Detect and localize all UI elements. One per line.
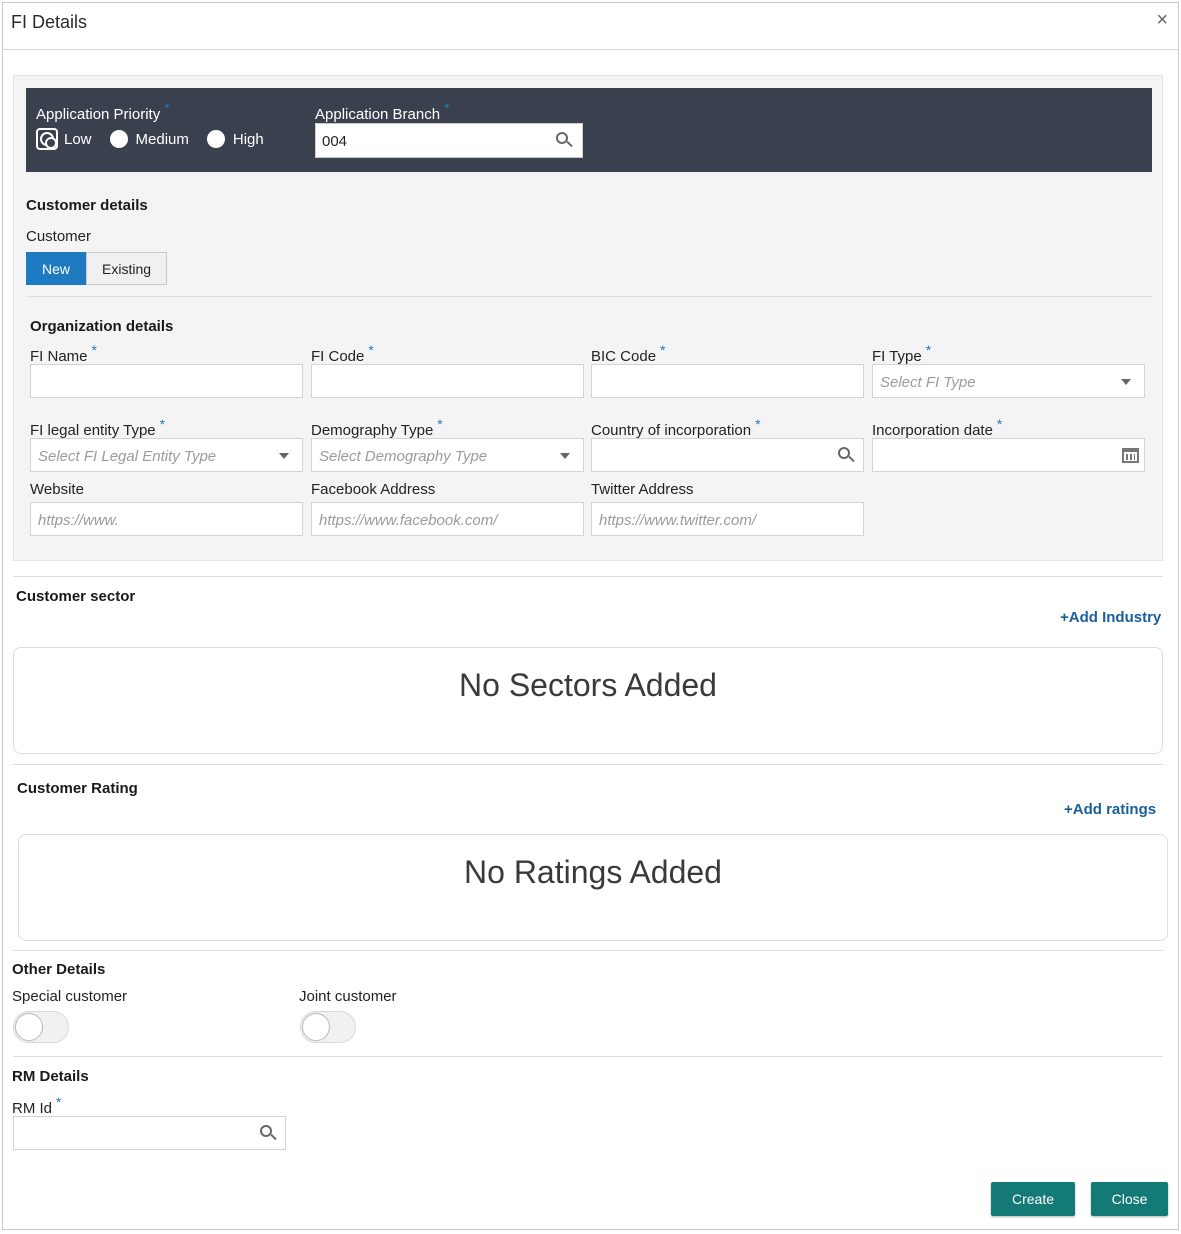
joint-customer-label: Joint customer <box>299 988 397 1005</box>
organization-heading: Organization details <box>30 318 174 335</box>
facebook-input[interactable]: https://www.facebook.com/ <box>311 502 584 536</box>
customer-type-toggle: New Existing <box>26 252 168 285</box>
search-icon[interactable] <box>556 132 573 148</box>
sectors-empty-box: No Sectors Added <box>13 647 1163 754</box>
twitter-input[interactable]: https://www.twitter.com/ <box>591 502 864 536</box>
country-label: Country of incorporation * <box>591 416 761 439</box>
add-industry-link[interactable]: +Add Industry <box>1060 609 1161 626</box>
priority-label: Application Priority * <box>36 100 170 123</box>
close-button[interactable]: Close <box>1091 1182 1168 1216</box>
search-icon[interactable] <box>838 447 855 463</box>
radio-icon <box>109 130 128 148</box>
divider <box>26 296 1152 297</box>
create-button[interactable]: Create <box>991 1182 1075 1216</box>
divider <box>13 1056 1163 1057</box>
customer-new-button[interactable]: New <box>26 252 87 285</box>
dialog-title: FI Details <box>11 12 88 32</box>
organization-card: Application Priority * Low Medium High Ap… <box>13 75 1163 561</box>
fi-name-label: FI Name * <box>30 342 97 365</box>
website-label: Website <box>30 481 84 498</box>
fi-type-label: FI Type * <box>872 342 932 365</box>
fi-name-input[interactable] <box>30 364 303 398</box>
customer-sector-heading: Customer sector <box>16 588 136 605</box>
bic-code-input[interactable] <box>591 364 864 398</box>
twitter-label: Twitter Address <box>591 481 694 498</box>
facebook-label: Facebook Address <box>311 481 436 498</box>
fi-code-label: FI Code * <box>311 342 374 365</box>
dialog-titlebar: FI Details × <box>3 3 1178 50</box>
divider <box>13 764 1163 765</box>
divider <box>13 950 1163 951</box>
bic-code-label: BIC Code * <box>591 342 666 365</box>
branch-input[interactable]: 004 <box>315 123 583 158</box>
special-customer-label: Special customer <box>12 988 128 1005</box>
country-input[interactable] <box>591 438 864 472</box>
demography-label: Demography Type * <box>311 416 443 439</box>
branch-label: Application Branch * <box>315 100 450 123</box>
chevron-down-icon <box>1121 379 1131 385</box>
customer-label: Customer <box>26 228 92 245</box>
rm-id-input[interactable] <box>13 1116 286 1150</box>
incorp-date-input[interactable] <box>872 438 1145 472</box>
customer-rating-heading: Customer Rating <box>17 780 138 797</box>
customer-existing-button[interactable]: Existing <box>86 252 168 285</box>
ratings-empty-box: No Ratings Added <box>18 834 1168 941</box>
radio-selected-icon <box>36 128 58 150</box>
demography-select[interactable]: Select Demography Type <box>311 438 584 472</box>
legal-entity-label: FI legal entity Type * <box>30 416 166 439</box>
special-customer-switch[interactable] <box>13 1011 69 1043</box>
website-input[interactable]: https://www. <box>30 502 303 536</box>
divider <box>13 576 1163 577</box>
add-ratings-link[interactable]: +Add ratings <box>1064 801 1156 818</box>
search-icon[interactable] <box>260 1125 277 1141</box>
priority-radio-low[interactable]: Low <box>36 128 92 150</box>
other-details-heading: Other Details <box>12 961 106 978</box>
rm-details-heading: RM Details <box>12 1068 89 1085</box>
fi-details-dialog: FI Details × Application Priority * Low M… <box>2 2 1179 1230</box>
no-ratings-text: No Ratings Added <box>464 854 722 890</box>
legal-entity-select[interactable]: Select FI Legal Entity Type <box>30 438 303 472</box>
incorp-date-label: Incorporation date * <box>872 416 1003 439</box>
no-sectors-text: No Sectors Added <box>459 667 717 703</box>
customer-details-heading: Customer details <box>26 197 148 214</box>
joint-customer-switch[interactable] <box>300 1011 356 1043</box>
priority-radio-high[interactable]: High <box>206 130 264 148</box>
application-band: Application Priority * Low Medium High Ap… <box>26 88 1152 172</box>
fi-code-input[interactable] <box>311 364 584 398</box>
chevron-down-icon <box>279 453 289 459</box>
close-icon[interactable]: × <box>1156 9 1168 32</box>
calendar-icon[interactable] <box>1122 448 1139 463</box>
chevron-down-icon <box>560 453 570 459</box>
fi-type-select[interactable]: Select FI Type <box>872 364 1145 398</box>
priority-radio-medium[interactable]: Medium <box>109 130 189 148</box>
rm-id-label: RM Id * <box>12 1094 62 1117</box>
radio-icon <box>206 130 225 148</box>
priority-radio-group: Low Medium High <box>36 128 282 150</box>
